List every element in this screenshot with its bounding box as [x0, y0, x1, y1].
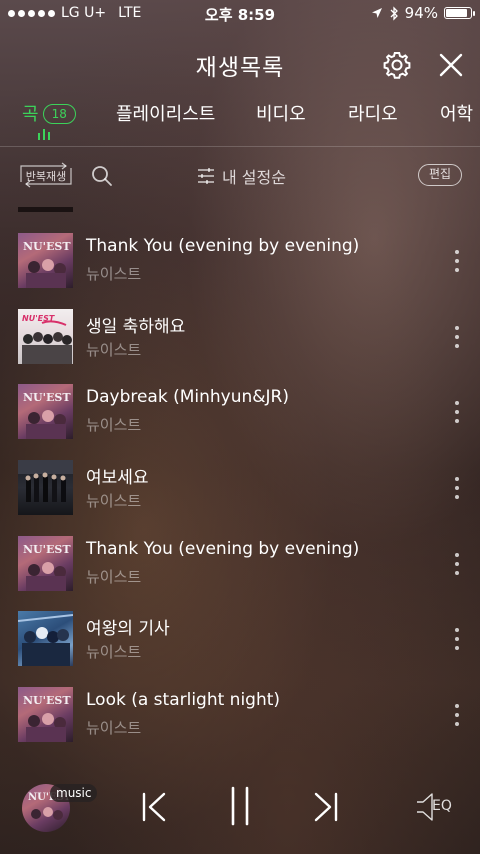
repeat-label: 반복재생: [25, 170, 67, 183]
song-title: Thank You (evening by evening): [86, 538, 360, 559]
song-artist: 뉴이스트: [86, 643, 142, 662]
status-right: 94%: [371, 4, 475, 22]
more-options-button[interactable]: [447, 401, 467, 424]
song-title: Daybreak (Minhyun&JR): [86, 387, 289, 408]
song-artist: 뉴이스트: [86, 416, 142, 435]
tab-songs[interactable]: 곡 18: [22, 100, 76, 126]
next-icon: [314, 792, 338, 822]
song-row[interactable]: 여보세요 뉴이스트: [0, 449, 480, 525]
previous-button[interactable]: [140, 790, 168, 824]
pause-button[interactable]: [228, 786, 252, 826]
album-art-text: NU'EST: [23, 694, 71, 707]
album-art: [18, 611, 73, 667]
tab-videos[interactable]: 비디오: [256, 100, 306, 126]
tab-language[interactable]: 어학: [440, 100, 473, 126]
close-icon: [439, 53, 463, 77]
next-button[interactable]: [312, 790, 340, 824]
tab-radio[interactable]: 라디오: [348, 100, 398, 126]
album-art: NU'EST: [18, 308, 73, 364]
search-icon: [92, 166, 112, 186]
tab-bar: 곡 18 플레이리스트 비디오 라디오 어학: [0, 92, 480, 142]
sliders-icon: [198, 168, 214, 184]
song-row[interactable]: NU'EST Daybreak (Minhyun&JR) 뉴이스트: [0, 373, 480, 449]
header: 재생목록: [0, 40, 480, 90]
song-row[interactable]: 여왕의 기사 뉴이스트: [0, 600, 480, 676]
close-button[interactable]: [436, 50, 466, 80]
settings-button[interactable]: [382, 50, 412, 80]
song-count-badge: 18: [42, 104, 76, 124]
song-title: 여보세요: [86, 468, 149, 489]
divider: [0, 146, 480, 147]
music-badge: music: [50, 784, 98, 802]
album-art-text: NU'EST: [23, 543, 71, 556]
album-art: [18, 460, 73, 516]
song-title: 생일 축하해요: [86, 316, 186, 337]
repeat-button[interactable]: 반복재생: [18, 162, 74, 188]
sort-label: 내 설정순: [222, 168, 286, 187]
more-options-button[interactable]: [447, 250, 467, 272]
bluetooth-icon: [390, 5, 398, 21]
song-row[interactable]: NU'EST Thank You (evening by evening) 뉴이…: [0, 525, 480, 601]
song-artist: 뉴이스트: [86, 567, 142, 586]
location-icon: [371, 8, 382, 18]
song-artist: 뉴이스트: [86, 719, 142, 738]
edit-button[interactable]: 편집: [418, 164, 462, 186]
album-art: NU'EST: [18, 384, 73, 440]
eq-label: EQ: [432, 798, 452, 814]
more-options-button[interactable]: [447, 628, 467, 651]
song-row[interactable]: NU'EST 생일 축하해요 뉴이스트: [0, 298, 480, 374]
pause-icon: [231, 786, 249, 826]
album-art: NU'EST: [18, 233, 73, 288]
song-artist: 뉴이스트: [86, 265, 142, 283]
partial-album-art: [18, 207, 73, 212]
song-list: NU'EST Thank You (evening by evening) 뉴이…: [0, 222, 480, 752]
gear-icon: [383, 52, 411, 79]
song-row[interactable]: NU'EST Look (a starlight night) 뉴이스트: [0, 676, 480, 752]
song-title: 여왕의 기사: [86, 619, 170, 640]
tab-playlists[interactable]: 플레이리스트: [116, 100, 215, 126]
tab-songs-label: 곡: [22, 104, 39, 125]
more-options-button[interactable]: [447, 552, 467, 575]
song-artist: 뉴이스트: [86, 492, 142, 511]
previous-icon: [142, 792, 166, 822]
sort-button[interactable]: 내 설정순: [196, 164, 286, 188]
status-bar: LG U+ LTE 오후 8:59 94%: [0, 0, 480, 28]
more-options-button[interactable]: [447, 477, 467, 500]
mini-player: NU'EST music EQ: [0, 760, 480, 854]
battery-icon: [444, 7, 475, 19]
more-options-button[interactable]: [447, 325, 467, 348]
equalizer-button[interactable]: EQ: [414, 790, 460, 824]
song-title: Look (a starlight night): [86, 690, 281, 711]
song-row[interactable]: NU'EST Thank You (evening by evening) 뉴이…: [0, 222, 480, 298]
album-art-text: NU'EST: [23, 391, 71, 404]
song-artist: 뉴이스트: [86, 340, 142, 359]
search-button[interactable]: [90, 164, 114, 188]
more-options-button[interactable]: [447, 704, 467, 727]
album-art: NU'EST: [18, 535, 73, 591]
album-art-text: NU'EST: [23, 240, 71, 253]
song-title: Thank You (evening by evening): [86, 236, 360, 256]
album-art: NU'EST: [18, 687, 73, 743]
list-toolbar: 반복재생 내 설정순 편집: [0, 154, 480, 198]
now-playing-indicator-icon: [38, 128, 50, 140]
battery-percent: 94%: [404, 4, 438, 22]
